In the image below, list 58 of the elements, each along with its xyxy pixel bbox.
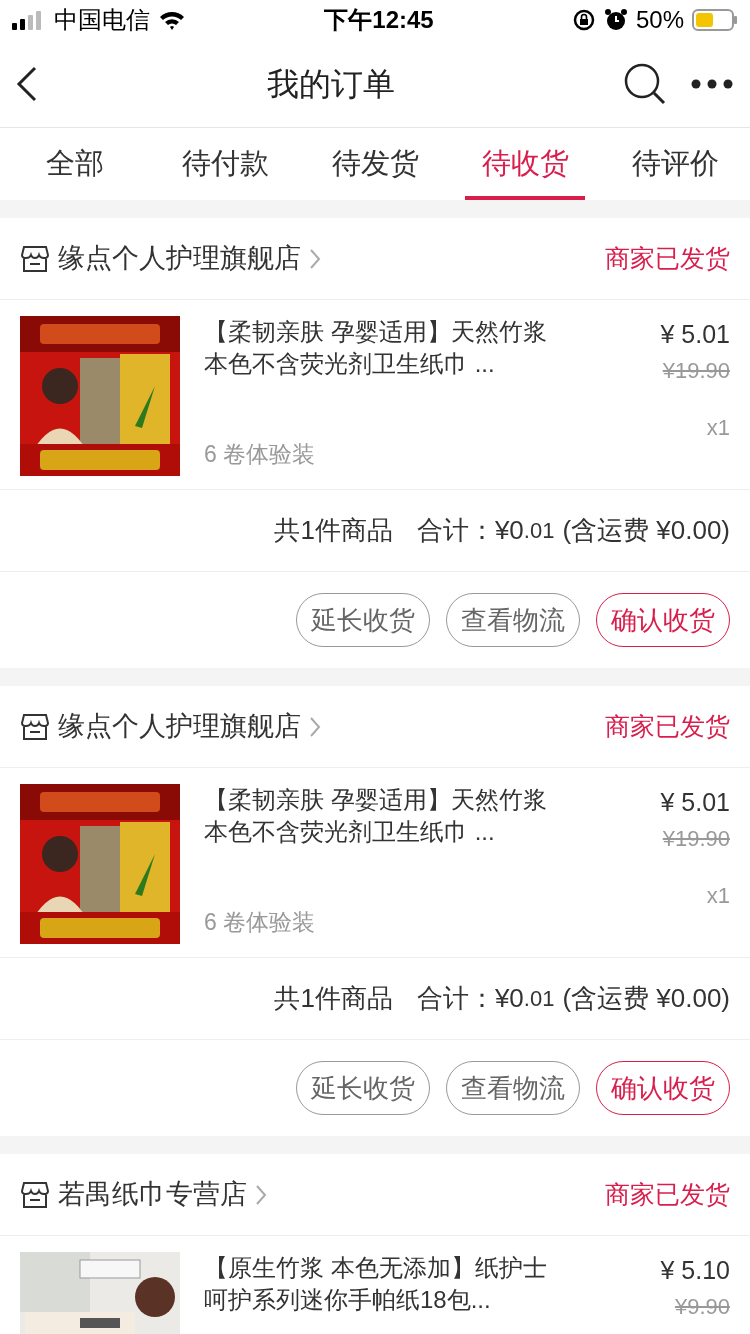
battery-percent: 50% bbox=[635, 5, 684, 35]
store-icon bbox=[20, 711, 50, 742]
shop-link[interactable]: 若禺纸巾专营店 bbox=[20, 1174, 267, 1215]
product-price: ¥ 5.01 bbox=[660, 319, 730, 350]
order-status: 商家已发货 bbox=[605, 242, 730, 274]
rotation-lock-icon bbox=[571, 8, 596, 32]
product-title: 【柔韧亲肤 孕婴适用】天然竹浆本色不含荧光剂卫生纸巾 ... bbox=[204, 785, 548, 847]
product-title: 【柔韧亲肤 孕婴适用】天然竹浆本色不含荧光剂卫生纸巾 ... bbox=[204, 317, 548, 379]
chevron-icon bbox=[309, 715, 321, 738]
action-button[interactable]: 确认收货 bbox=[596, 1061, 730, 1115]
action-button[interactable]: 延长收货 bbox=[296, 593, 430, 647]
total-label: 合计： bbox=[416, 514, 495, 547]
alarm-icon bbox=[603, 8, 628, 32]
page-title: 我的订单 bbox=[267, 64, 395, 104]
store-icon bbox=[20, 1179, 50, 1210]
total-price: ¥0 bbox=[494, 514, 524, 547]
order-tab[interactable]: 待收货 bbox=[450, 128, 600, 200]
action-button[interactable]: 确认收货 bbox=[596, 593, 730, 647]
total-price-decimals: .01 bbox=[523, 517, 555, 545]
order-tab[interactable]: 待评价 bbox=[600, 128, 750, 200]
quantity: x1 bbox=[706, 413, 730, 442]
back-button[interactable] bbox=[16, 65, 38, 102]
carrier-name: 中国电信 bbox=[54, 5, 150, 35]
store-icon bbox=[20, 243, 50, 274]
battery-icon bbox=[692, 8, 738, 32]
shipping-fee: (含运费 ¥0.00) bbox=[562, 982, 730, 1015]
original-price: ¥9.90 bbox=[674, 1292, 730, 1321]
order-tab[interactable]: 待付款 bbox=[150, 128, 300, 200]
product-variant: 6 卷体验装 bbox=[204, 907, 317, 937]
chevron-icon bbox=[309, 247, 321, 270]
total-price: ¥0 bbox=[494, 982, 524, 1015]
item-count: 共1件商品 bbox=[274, 514, 393, 547]
shop-link[interactable]: 缘点个人护理旗舰店 bbox=[20, 706, 321, 747]
more-icon[interactable] bbox=[690, 77, 734, 90]
action-button[interactable]: 延长收货 bbox=[296, 1061, 430, 1115]
original-price: ¥19.90 bbox=[662, 824, 730, 853]
original-price: ¥19.90 bbox=[662, 356, 730, 385]
order-status: 商家已发货 bbox=[605, 1178, 730, 1210]
product-price: ¥ 5.10 bbox=[660, 1255, 730, 1286]
wifi-icon bbox=[158, 9, 186, 31]
total-price-decimals: .01 bbox=[523, 985, 555, 1013]
product-title: 【原生竹浆 本色无添加】纸护士呵护系列迷你手帕纸18包... bbox=[204, 1253, 548, 1315]
chevron-icon bbox=[255, 1183, 267, 1206]
quantity: x1 bbox=[706, 881, 730, 910]
total-label: 合计： bbox=[416, 982, 495, 1015]
product-price: ¥ 5.01 bbox=[660, 787, 730, 818]
order-status: 商家已发货 bbox=[605, 710, 730, 742]
order-tab[interactable]: 待发货 bbox=[300, 128, 450, 200]
item-count: 共1件商品 bbox=[274, 982, 393, 1015]
action-button[interactable]: 查看物流 bbox=[446, 1061, 580, 1115]
shipping-fee: (含运费 ¥0.00) bbox=[562, 514, 730, 547]
action-button[interactable]: 查看物流 bbox=[446, 593, 580, 647]
back-icon bbox=[16, 65, 38, 102]
order-tab[interactable]: 全部 bbox=[0, 128, 150, 200]
shop-link[interactable]: 缘点个人护理旗舰店 bbox=[20, 238, 321, 279]
status-time: 下午12:45 bbox=[324, 6, 434, 33]
search-icon[interactable] bbox=[624, 62, 666, 105]
product-variant: 6 卷体验装 bbox=[204, 439, 317, 469]
